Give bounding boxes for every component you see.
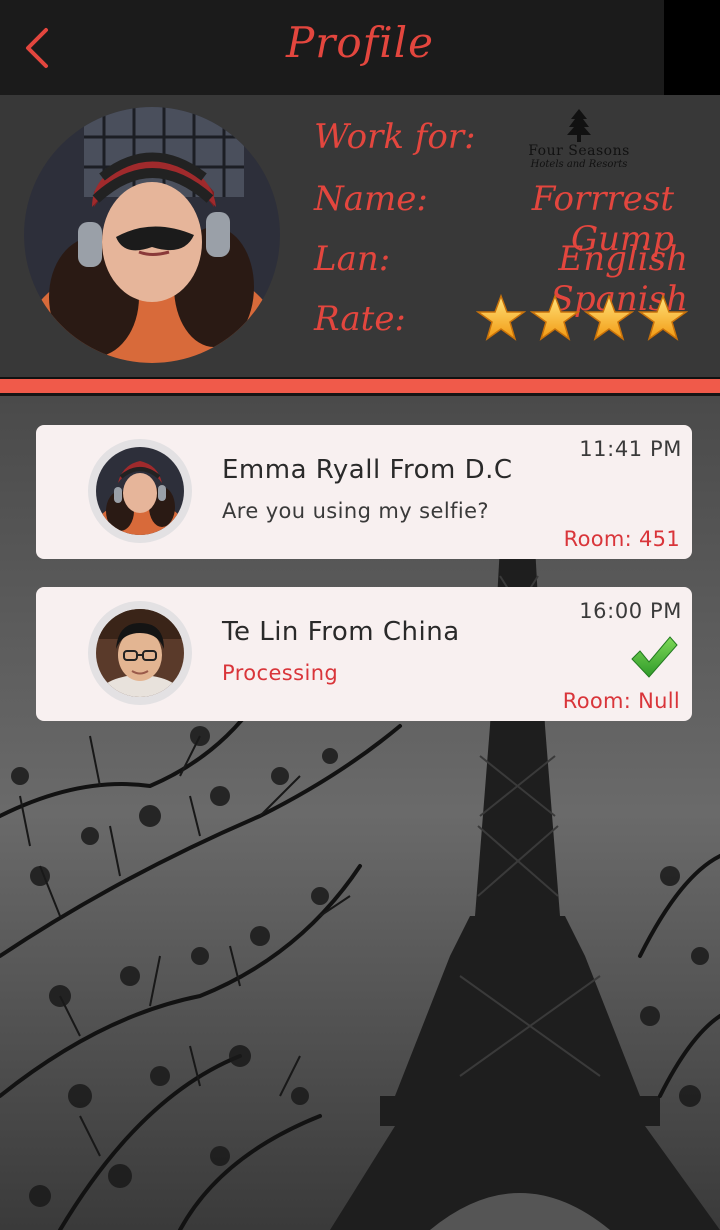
checkmark-icon [631,636,678,678]
star-icon [584,293,634,341]
room-number: Room: Null [562,689,680,713]
language-label: Lan: [314,239,391,279]
message-status: Processing [222,661,339,685]
rating-stars [476,293,690,343]
rate-label: Rate: [314,299,406,339]
accent-bar [0,379,720,393]
company-logo: Four Seasons Hotels and Resorts [516,107,642,181]
room-number: Room: 451 [563,527,680,551]
avatar [88,439,192,543]
profile-avatar[interactable] [24,107,280,363]
message-card[interactable]: Emma Ryall From D.C Are you using my sel… [36,425,692,559]
sender-photo [96,609,184,697]
profile-panel: Work for: Name: Lan: Rate: Four Seasons … [0,95,720,377]
sender-photo [96,447,184,535]
work-label: Work for: [314,117,476,157]
message-preview: Are you using my selfie? [222,499,489,523]
message-time: 11:41 PM [579,437,682,461]
company-name: Four Seasons [528,143,630,159]
company-subtitle: Hotels and Resorts [530,159,628,170]
message-time: 16:00 PM [579,599,682,623]
sender-name: Te Lin From China [222,617,460,647]
message-card[interactable]: Te Lin From China Processing 16:00 PM Ro… [36,587,692,721]
profile-photo [24,107,280,363]
star-icon [530,293,580,341]
star-icon [638,293,688,341]
tree-icon [567,109,591,142]
avatar [88,601,192,705]
name-label: Name: [314,179,428,219]
star-icon [476,293,526,341]
sender-name: Emma Ryall From D.C [222,455,513,485]
page-title: Profile [286,18,434,67]
